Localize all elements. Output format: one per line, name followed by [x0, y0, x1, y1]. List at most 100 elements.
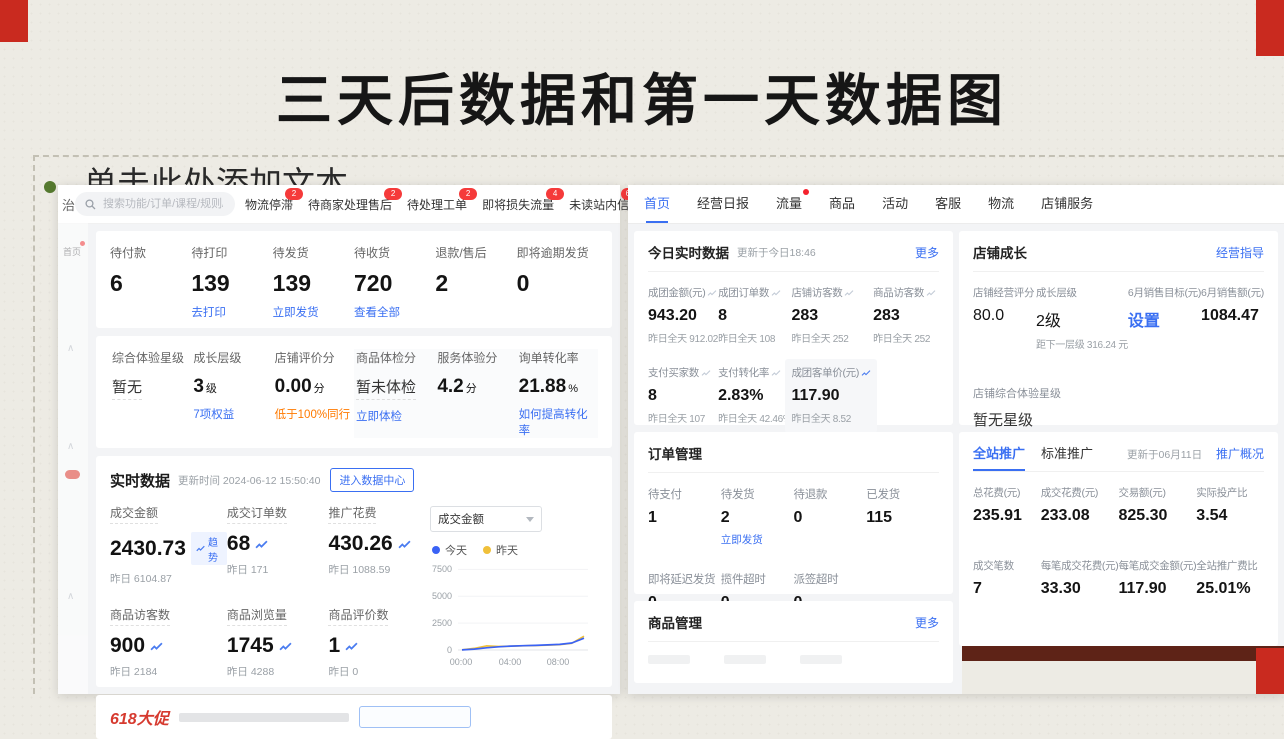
realtime-data-card: 实时数据 更新时间 2024-06-12 15:50:40 进入数据中心 成交金…: [96, 456, 612, 687]
realtime-chart: 成交金额 今天 昨天 7500 5000 2500 0 00:00: [430, 504, 598, 679]
check-now-link[interactable]: 立即体检: [356, 408, 435, 424]
corner-decor-top-right: [1256, 0, 1284, 56]
search-icon: [85, 199, 96, 210]
tab-goods[interactable]: 商品: [829, 193, 855, 223]
legend-yesterday[interactable]: 昨天: [483, 542, 518, 558]
stat-to-ship: 待发货 139 立即发货: [273, 244, 354, 320]
more-link[interactable]: 更多: [915, 614, 939, 631]
ship-now-link[interactable]: 立即发货: [273, 304, 354, 320]
chevron-up-icon[interactable]: ∧: [67, 591, 74, 602]
tab-sitewide-promo[interactable]: 全站推广: [973, 443, 1025, 471]
trend-badge[interactable]: 趋势: [191, 532, 227, 565]
bottom-bg-patch: [962, 661, 1256, 694]
stat-to-print: 待打印 139 去打印: [191, 244, 272, 320]
collapsed-sidebar: 首页 ∧ ∧ ∧: [58, 223, 88, 694]
banner-text-placeholder: [179, 713, 349, 722]
stat-shop-rating: 店铺评价分 0.00分 低于100%同行: [273, 349, 354, 438]
corner-decor-top-left: [0, 0, 28, 42]
metric-shop-visitors: 店铺访客数 283 昨日全天 252: [791, 285, 873, 345]
todo-stats-card: 待付款 6 待打印 139 去打印 待发货 139 立即发货 待收货 720 查…: [96, 231, 612, 328]
metric-avg-order-value: 成团客单价(元) 117.90 昨日全天 8.52: [785, 359, 877, 433]
growth-sales-target: 6月销售目标(元) 设置: [1128, 285, 1201, 351]
order-management-card: 订单管理 待支付 1 待发货 2 立即发货 待退款 0: [634, 432, 953, 594]
slide-title: 三天后数据和第一天数据图: [0, 56, 1284, 137]
legend-today[interactable]: 今天: [432, 542, 467, 558]
realtime-updated: 更新时间 2024-06-12 15:50:40: [178, 473, 320, 488]
sidebar-label-fragment: 治: [62, 195, 75, 214]
trend-icon[interactable]: [255, 539, 268, 550]
stat-pending-payment: 待付款 6: [110, 244, 191, 320]
tab-home[interactable]: 首页: [644, 193, 670, 223]
sidebar-home-dot: [80, 241, 85, 246]
promo-banner-highlight: 618大促: [110, 705, 169, 729]
growth-level: 成长层级 2级 距下一层级 316.24 元: [1036, 285, 1128, 351]
nav-traffic-loss[interactable]: 即将损失流量4: [482, 196, 554, 213]
badge: 4: [546, 188, 564, 200]
chevron-down-icon: [526, 517, 534, 522]
trend-icon[interactable]: [861, 369, 871, 377]
trend-icon[interactable]: [279, 641, 292, 652]
below-peers-link[interactable]: 低于100%同行: [275, 406, 354, 422]
tab-daily-report[interactable]: 经营日报: [697, 193, 749, 223]
banner-button[interactable]: [359, 706, 471, 728]
nav-logistics-stalled[interactable]: 物流停滞2: [245, 196, 293, 213]
tab-logistics[interactable]: 物流: [988, 193, 1014, 223]
badge: 2: [384, 188, 402, 200]
benefits-link[interactable]: 7项权益: [193, 406, 272, 422]
metric-promo-spend: 推广花费 430.26 昨日 1088.59: [328, 504, 430, 586]
search-bar[interactable]: [75, 192, 235, 216]
coaching-link[interactable]: 经营指导: [1216, 244, 1264, 261]
chart-metric-select[interactable]: 成交金额: [430, 506, 542, 532]
chevron-up-icon[interactable]: ∧: [67, 441, 74, 452]
chevron-up-icon[interactable]: ∧: [67, 343, 74, 354]
cutoff-content-placeholder: [648, 655, 939, 664]
stat-growth-level: 成长层级 3级 7项权益: [191, 349, 272, 438]
trend-icon[interactable]: [345, 641, 358, 652]
experience-stats-card: 综合体验星级 暂无 成长层级 3级 7项权益 店铺评价分 0.00分 低于100…: [96, 336, 612, 448]
tab-standard-promo[interactable]: 标准推广: [1041, 443, 1093, 471]
metric-paying-buyers: 支付买家数 8 昨日全天 107: [648, 365, 718, 425]
trend-icon: [771, 369, 781, 377]
view-all-link[interactable]: 查看全部: [354, 304, 435, 320]
enter-data-center-button[interactable]: 进入数据中心: [330, 468, 414, 492]
trend-icon: [707, 289, 717, 297]
stat-action-link[interactable]: [110, 304, 191, 319]
growth-month-sales: 6月销售额(元) 1084.47: [1201, 285, 1264, 351]
promo-deal-count: 成交笔数 7: [973, 558, 1041, 603]
badge: 2: [285, 188, 303, 200]
stat-service-score: 服务体验分 4.2分: [435, 349, 516, 438]
tab-activity[interactable]: 活动: [882, 193, 908, 223]
set-target-link[interactable]: 设置: [1128, 307, 1201, 331]
trend-icon: [771, 289, 781, 297]
promo-total-spend: 总花费(元) 235.91: [973, 485, 1041, 530]
right-dashboard: 首页 经营日报 流量 商品 活动 客服 物流 店铺服务 今日实时数据 更新于今日…: [628, 185, 1284, 694]
metric-group-amount: 成团金额(元) 943.20 昨日全天 912.02: [648, 285, 718, 345]
trend-icon: [701, 369, 711, 377]
trend-icon[interactable]: [398, 539, 411, 550]
metric-gmv: 成交金额 2430.73 趋势 昨日 6104.87: [110, 504, 227, 586]
stat-inquiry-conversion: 询单转化率 21.88% 如何提高转化率: [517, 349, 598, 438]
today-realtime-card: 今日实时数据 更新于今日18:46 更多 成团金额(元) 943.20 昨日全天…: [634, 231, 953, 425]
tab-customer-service[interactable]: 客服: [935, 193, 961, 223]
promo-roi: 实际投产比 3.54: [1196, 485, 1264, 530]
more-link[interactable]: 更多: [915, 244, 939, 261]
tab-traffic[interactable]: 流量: [776, 193, 802, 223]
tab-shop-service[interactable]: 店铺服务: [1041, 193, 1093, 223]
search-input[interactable]: [101, 197, 225, 211]
improve-conversion-link[interactable]: 如何提高转化率: [519, 406, 598, 438]
order-to-ship: 待发货 2 立即发货: [721, 486, 794, 547]
metric-pay-conversion: 支付转化率 2.83% 昨日全天 42.46%: [718, 365, 791, 425]
ship-now-link[interactable]: 立即发货: [721, 532, 794, 547]
go-print-link[interactable]: 去打印: [191, 304, 272, 320]
trend-icon: [926, 289, 936, 297]
nav-pending-aftersale[interactable]: 待商家处理售后2: [308, 196, 392, 213]
growth-shop-score: 店铺经营评分 80.0: [973, 285, 1036, 351]
sidebar-item-home[interactable]: 首页: [63, 245, 81, 258]
order-pending-refund: 待退款 0: [794, 486, 867, 547]
badge: 2: [459, 188, 477, 200]
nav-unread-messages[interactable]: 未读站内信68: [569, 196, 629, 213]
stat-to-receive: 待收货 720 查看全部: [354, 244, 435, 320]
promo-overview-link[interactable]: 推广概况: [1216, 445, 1264, 462]
nav-pending-ticket[interactable]: 待处理工单2: [407, 196, 467, 213]
trend-icon[interactable]: [150, 641, 163, 652]
